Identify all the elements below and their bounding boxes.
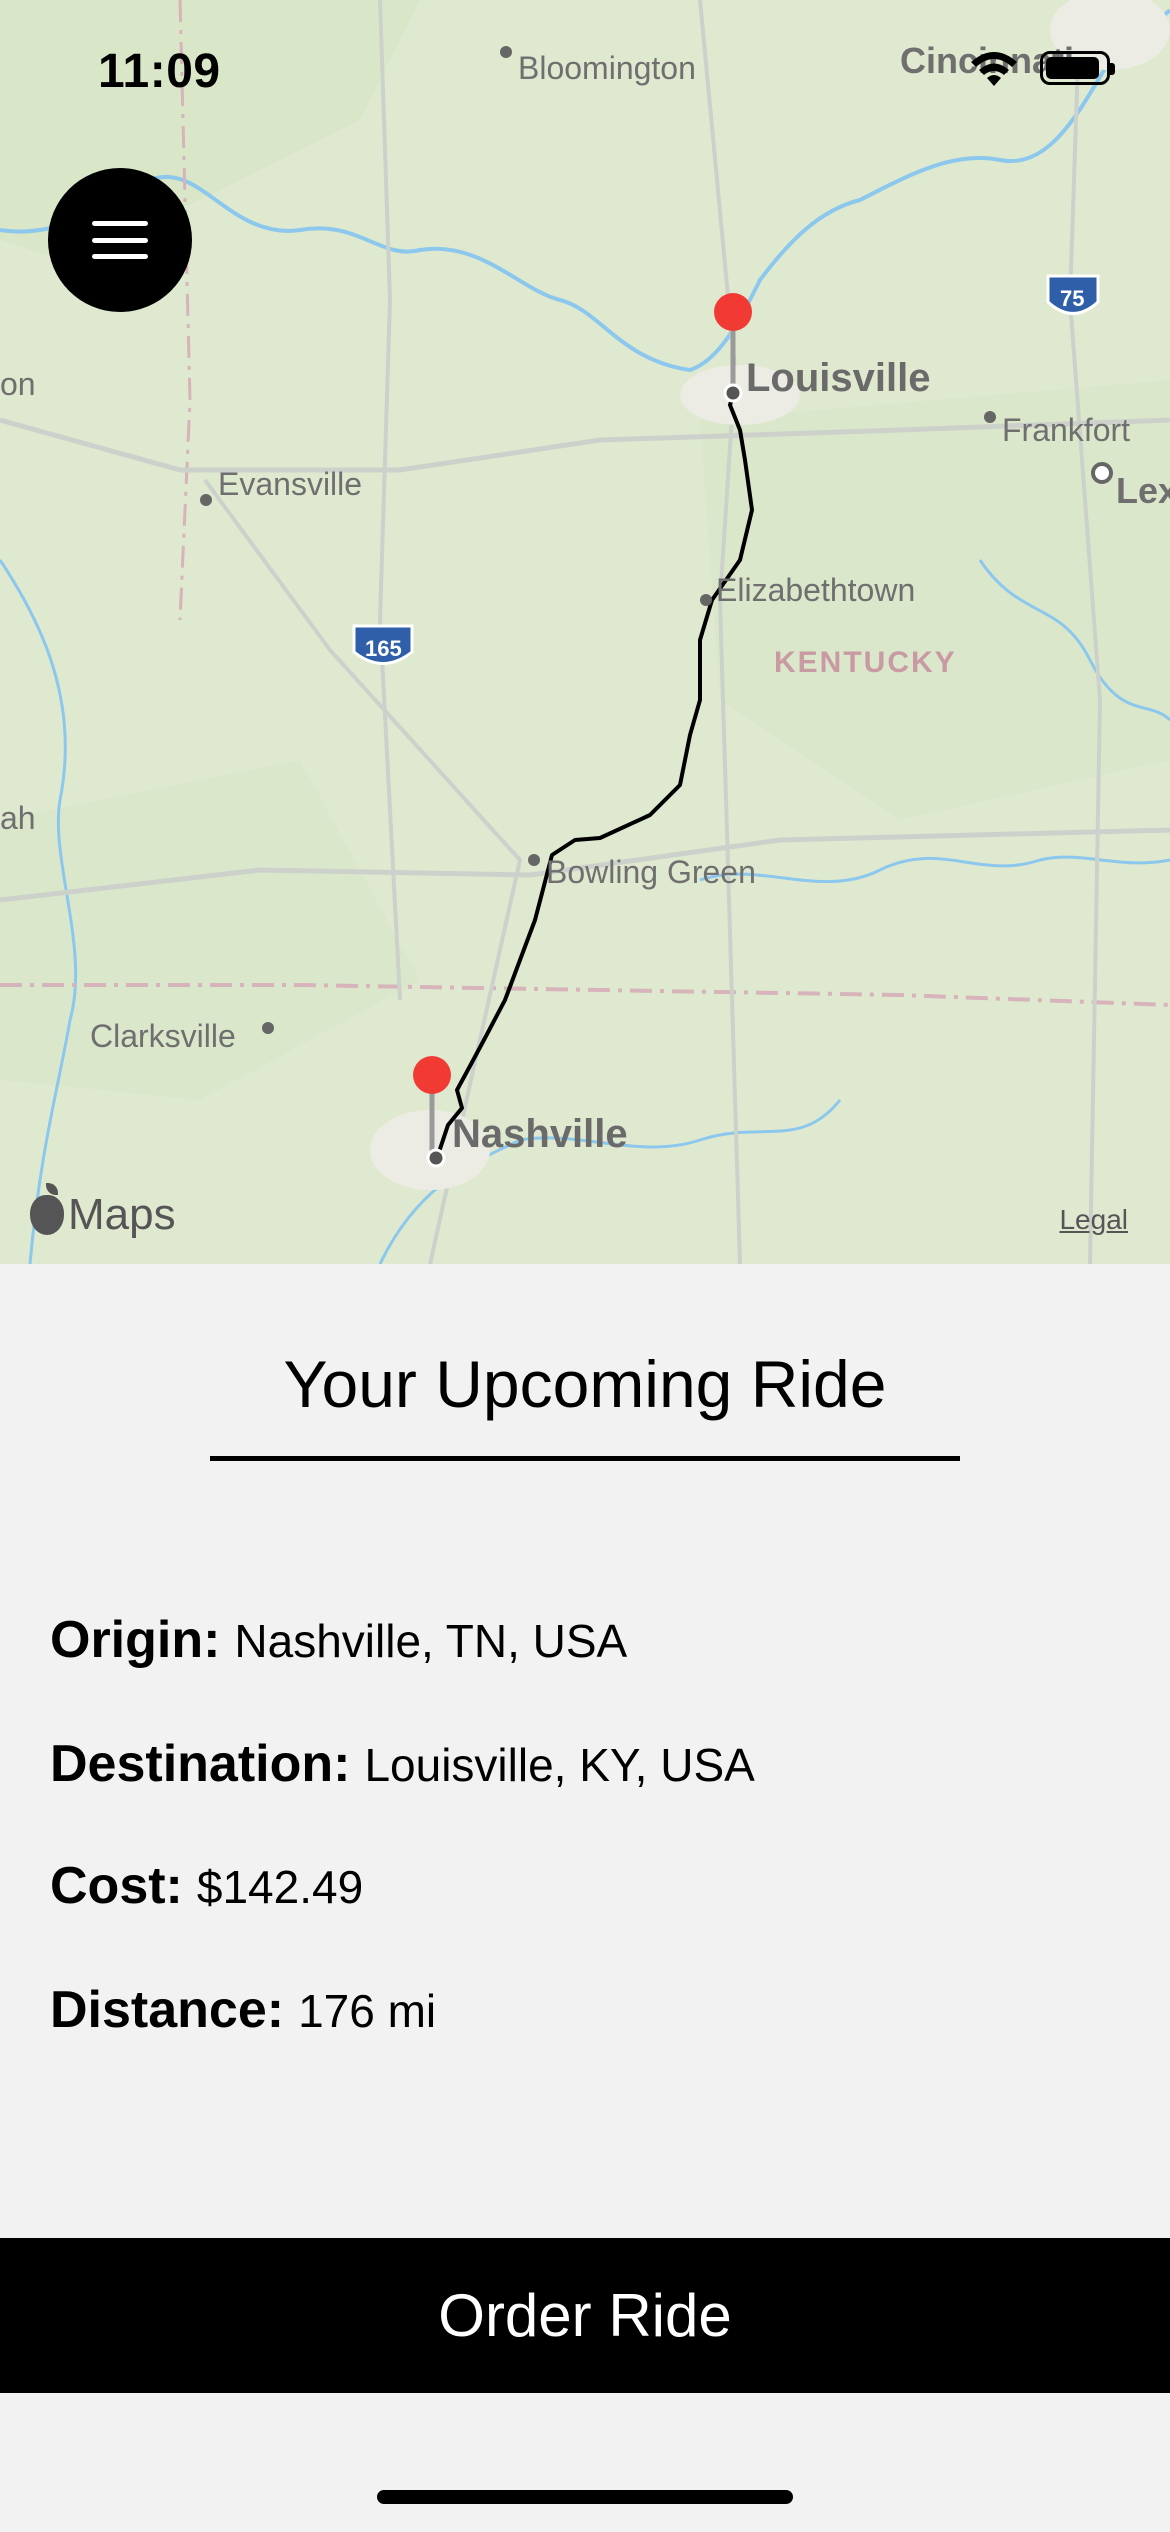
map-label-edge-1: on [0,366,36,402]
legal-link[interactable]: Legal [1059,1204,1128,1236]
status-bar-time: 11:09 [98,45,221,98]
page-title: Your Upcoming Ride [283,1347,887,1421]
cost-label: Cost: [50,1857,183,1915]
destination-row: Destination: Louisville, KY, USA [50,1734,755,1794]
map-label-edge-2: ah [0,800,36,836]
map-label-elizabethtown: Elizabethtown [716,572,916,608]
battery-icon [1040,51,1115,85]
map-label-louisville: Louisville [746,356,931,400]
origin-pin-icon[interactable] [413,1056,451,1094]
origin-row: Origin: Nashville, TN, USA [50,1610,627,1670]
map-label-evansville: Evansville [218,466,363,502]
apple-logo-icon [30,1183,64,1235]
home-indicator[interactable] [377,2490,793,2504]
cost-row: Cost: $142.49 [50,1856,363,1916]
maps-logo-label: Maps [68,1190,176,1239]
destination-pin-icon[interactable] [714,293,752,331]
wifi-icon [971,52,1017,86]
interstate-165-label: 165 [365,636,402,661]
map-canvas [0,0,1170,1264]
origin-value: Nashville, TN, USA [234,1615,628,1667]
title-underline [210,1456,960,1461]
map-label-lexington: Lex [1116,470,1170,511]
map-label-kentucky: KENTUCKY [774,646,957,679]
distance-label: Distance: [50,1981,285,2039]
map-label-frankfort: Frankfort [1002,412,1131,448]
origin-label: Origin: [50,1611,221,1669]
maps-logo: Maps [30,1183,176,1240]
distance-value: 176 mi [298,1985,437,2037]
destination-value: Louisville, KY, USA [364,1739,755,1791]
cost-value: $142.49 [196,1861,364,1913]
map-view[interactable]: Bloomington Cincinnati Louisville Frankf… [0,0,1170,1264]
map-label-clarksville: Clarksville [90,1018,236,1054]
map-label-nashville: Nashville [452,1112,628,1156]
map-label-bloomington: Bloomington [518,50,696,86]
hamburger-menu-icon [92,221,148,259]
order-ride-button[interactable]: Order Ride [0,2238,1170,2393]
menu-button[interactable] [48,168,192,312]
status-bar-icons [968,48,1115,88]
interstate-75-label: 75 [1060,286,1085,311]
map-label-bowling-green: Bowling Green [546,854,756,890]
destination-label: Destination: [50,1735,351,1793]
distance-row: Distance: 176 mi [50,1980,436,2040]
